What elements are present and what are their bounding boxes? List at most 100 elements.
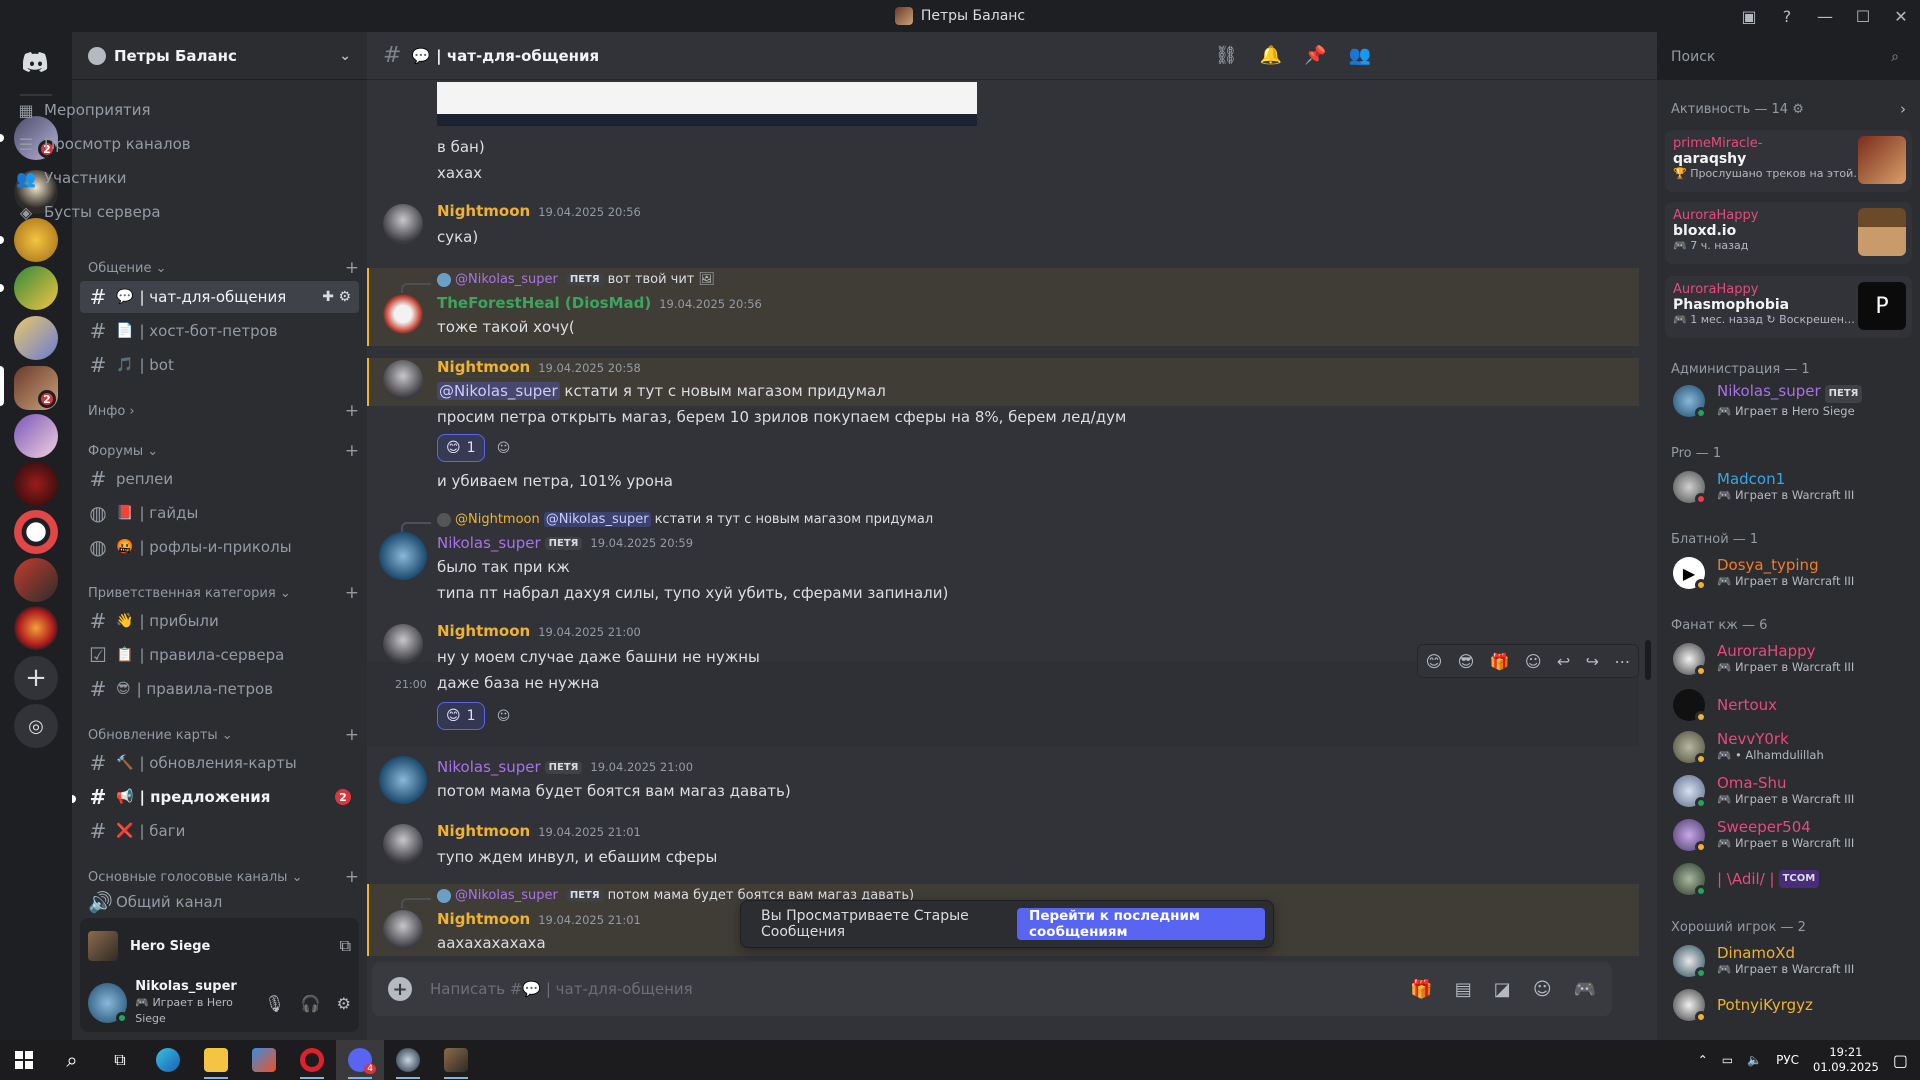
server-icon-9[interactable] bbox=[14, 510, 58, 554]
channel-guides[interactable]: ◍ 📕 | гайды bbox=[80, 497, 359, 529]
username[interactable]: TheForestHeal (DiosMad) bbox=[437, 294, 651, 312]
bell-icon[interactable]: 🔔 bbox=[1260, 45, 1282, 66]
pin-icon[interactable]: 📌 bbox=[1304, 45, 1326, 66]
avatar[interactable] bbox=[379, 532, 427, 580]
add-server-button[interactable]: + bbox=[14, 656, 58, 700]
activity-card[interactable]: primeMiracle- qaraqshy 🏆 Прослушано трек… bbox=[1665, 130, 1912, 192]
channel-bugs[interactable]: # ❌ | баги bbox=[80, 815, 359, 847]
notifications-icon[interactable]: ▢ bbox=[1893, 1051, 1908, 1070]
help-icon[interactable]: ? bbox=[1768, 0, 1806, 32]
search-button[interactable]: ⌕ bbox=[48, 1040, 96, 1080]
username[interactable]: Nikolas_super bbox=[437, 758, 541, 776]
username[interactable]: Nightmoon bbox=[437, 910, 530, 928]
member-item[interactable]: Nikolas_super ПЕТЯ 🎮 Играет в Hero Siege bbox=[1665, 380, 1912, 422]
member-item[interactable]: Sweeper504 🎮 Играет в Warcraft III bbox=[1665, 814, 1912, 856]
headphones-icon[interactable]: 🎧 bbox=[301, 994, 321, 1013]
sticker-icon[interactable]: ◪ bbox=[1494, 979, 1511, 1000]
channel-replays[interactable]: # реплеи bbox=[80, 463, 359, 495]
screen-share-icon[interactable]: ⧉ bbox=[340, 936, 351, 956]
member-item[interactable]: ▶ Dosya_typing 🎮 Играет в Warcraft III bbox=[1665, 552, 1912, 594]
server-header[interactable]: Петры Баланс ⌄ bbox=[72, 32, 367, 80]
server-icon-5[interactable] bbox=[14, 316, 58, 360]
channel-host-bot[interactable]: # 📄 | хост-бот-петров bbox=[80, 315, 359, 347]
channel-rules-petrov[interactable]: # 😎 | правила-петров bbox=[80, 673, 359, 705]
inbox-icon[interactable]: ▣ bbox=[1730, 0, 1768, 32]
reply-preview[interactable]: @Nikolas_super ПЕТЯ вот твой чит 🖼 bbox=[437, 272, 715, 287]
username[interactable]: Nikolas_super bbox=[437, 534, 541, 552]
add-channel-icon[interactable]: + bbox=[345, 258, 359, 278]
server-icon-8[interactable] bbox=[14, 462, 58, 506]
quick-react-gift-icon[interactable]: 🎁 bbox=[1490, 652, 1510, 671]
member-item[interactable]: PotnyiKyrgyz bbox=[1665, 984, 1912, 1026]
category-obshenie[interactable]: Общение ⌄ + bbox=[88, 258, 359, 278]
chevron-right-icon[interactable]: › bbox=[1900, 100, 1906, 118]
channel-memes[interactable]: ◍ 🤬 | рофлы-и-приколы bbox=[80, 531, 359, 563]
channel-rules[interactable]: ☑ 📋 | правила-сервера bbox=[80, 639, 359, 671]
game-app[interactable] bbox=[432, 1040, 480, 1080]
clock[interactable]: 19:21 01.09.2025 bbox=[1813, 1045, 1879, 1075]
activity-card[interactable]: AuroraHappy Phasmophobia 🎮 1 мес. назад … bbox=[1665, 276, 1912, 338]
avatar[interactable] bbox=[383, 624, 423, 664]
member-list-icon[interactable]: 👥 bbox=[1349, 45, 1371, 66]
channel-chat[interactable]: # 💬 | чат-для-общения ✚ ⚙ bbox=[80, 281, 359, 313]
task-view-button[interactable]: ⧉ bbox=[96, 1040, 144, 1080]
add-channel-icon[interactable]: + bbox=[345, 867, 359, 887]
opera-app[interactable] bbox=[288, 1040, 336, 1080]
username[interactable]: Nightmoon bbox=[437, 822, 530, 840]
scrollbar-thumb[interactable] bbox=[1645, 640, 1651, 680]
close-button[interactable]: ✕ bbox=[1882, 0, 1920, 32]
threads-icon[interactable]: ⛓ bbox=[1215, 45, 1238, 66]
reaction-button[interactable]: 😊 1 bbox=[437, 434, 485, 462]
member-item[interactable]: Madcon1 🎮 Играет в Warcraft III bbox=[1665, 466, 1912, 508]
explorer-app[interactable] bbox=[192, 1040, 240, 1080]
add-channel-icon[interactable]: + bbox=[345, 441, 359, 461]
add-channel-icon[interactable]: + bbox=[345, 401, 359, 421]
quick-react-cool-icon[interactable]: 😎 bbox=[1458, 652, 1475, 671]
more-icon[interactable]: ⋯ bbox=[1614, 652, 1630, 671]
add-reaction-icon[interactable]: ☺ bbox=[1525, 652, 1542, 671]
avatar[interactable] bbox=[383, 910, 423, 950]
member-item[interactable]: Oma-Shu 🎮 Играет в Warcraft III bbox=[1665, 770, 1912, 812]
username[interactable]: Nightmoon bbox=[437, 622, 530, 640]
nav-browse-channels[interactable]: ☰ Просмотр каналов bbox=[8, 128, 287, 160]
microphone-icon[interactable]: 🎙 bbox=[264, 994, 284, 1013]
member-item[interactable]: DinamoXd 🎮 Играет в Warcraft III bbox=[1665, 940, 1912, 982]
category-welcome[interactable]: Приветственная категория ⌄ + bbox=[88, 583, 359, 603]
avatar[interactable] bbox=[383, 360, 423, 400]
user-mention[interactable]: @Nikolas_super bbox=[437, 382, 560, 400]
gift-icon[interactable]: 🎁 bbox=[1410, 979, 1432, 1000]
search-input[interactable]: Поиск ⌕ bbox=[1663, 42, 1907, 72]
settings-gear-icon[interactable]: ⚙ bbox=[337, 994, 351, 1013]
language-indicator[interactable]: РУС bbox=[1776, 1053, 1799, 1067]
apps-gamepad-icon[interactable]: 🎮 bbox=[1574, 979, 1596, 1000]
server-icon-11[interactable] bbox=[14, 606, 58, 650]
category-map-updates[interactable]: Обновление карты ⌄ + bbox=[88, 725, 359, 745]
member-item[interactable]: AuroraHappy 🎮 Играет в Warcraft III bbox=[1665, 638, 1912, 680]
category-info[interactable]: Инфо › + bbox=[88, 401, 359, 421]
activity-panel[interactable]: Hero Siege ⧉ bbox=[80, 918, 359, 974]
network-icon[interactable]: ▭ bbox=[1722, 1053, 1733, 1067]
avatar[interactable] bbox=[88, 983, 129, 1024]
member-item[interactable]: Nertoux bbox=[1665, 684, 1912, 726]
add-channel-icon[interactable]: + bbox=[345, 725, 359, 745]
server-icon-10[interactable] bbox=[14, 558, 58, 602]
avatar[interactable] bbox=[383, 824, 423, 864]
avatar[interactable] bbox=[383, 204, 423, 244]
jump-to-present-button[interactable]: Перейти к последним сообщениям bbox=[1017, 908, 1265, 940]
discover-button[interactable]: ◎ bbox=[14, 704, 58, 748]
username[interactable]: Nightmoon bbox=[437, 202, 530, 220]
channel-suggestions[interactable]: # 📢 | предложения 2 bbox=[80, 781, 359, 813]
member-item[interactable]: NevvY0rk 🎮 • Alhamdulillah bbox=[1665, 726, 1912, 768]
reply-icon[interactable]: ↩ bbox=[1557, 652, 1570, 671]
add-reaction-icon[interactable]: ☺ bbox=[493, 437, 515, 459]
channel-map-updates[interactable]: # 🔨 | обновления-карты bbox=[80, 747, 359, 779]
member-item[interactable]: | \Adil/ | TCOM bbox=[1665, 858, 1912, 900]
quick-react-smile-icon[interactable]: 😊 bbox=[1426, 652, 1443, 671]
nav-members[interactable]: 👥 Участники bbox=[8, 162, 287, 194]
reaction-button[interactable]: 😊 1 bbox=[437, 702, 485, 730]
avatar[interactable] bbox=[379, 756, 427, 804]
add-reaction-icon[interactable]: ☺ bbox=[493, 705, 515, 727]
category-voice[interactable]: Основные голосовые каналы ⌄ + bbox=[88, 867, 359, 887]
channel-voice-general[interactable]: 🔊 Общий канал bbox=[80, 889, 359, 915]
image-attachment[interactable] bbox=[437, 82, 977, 126]
